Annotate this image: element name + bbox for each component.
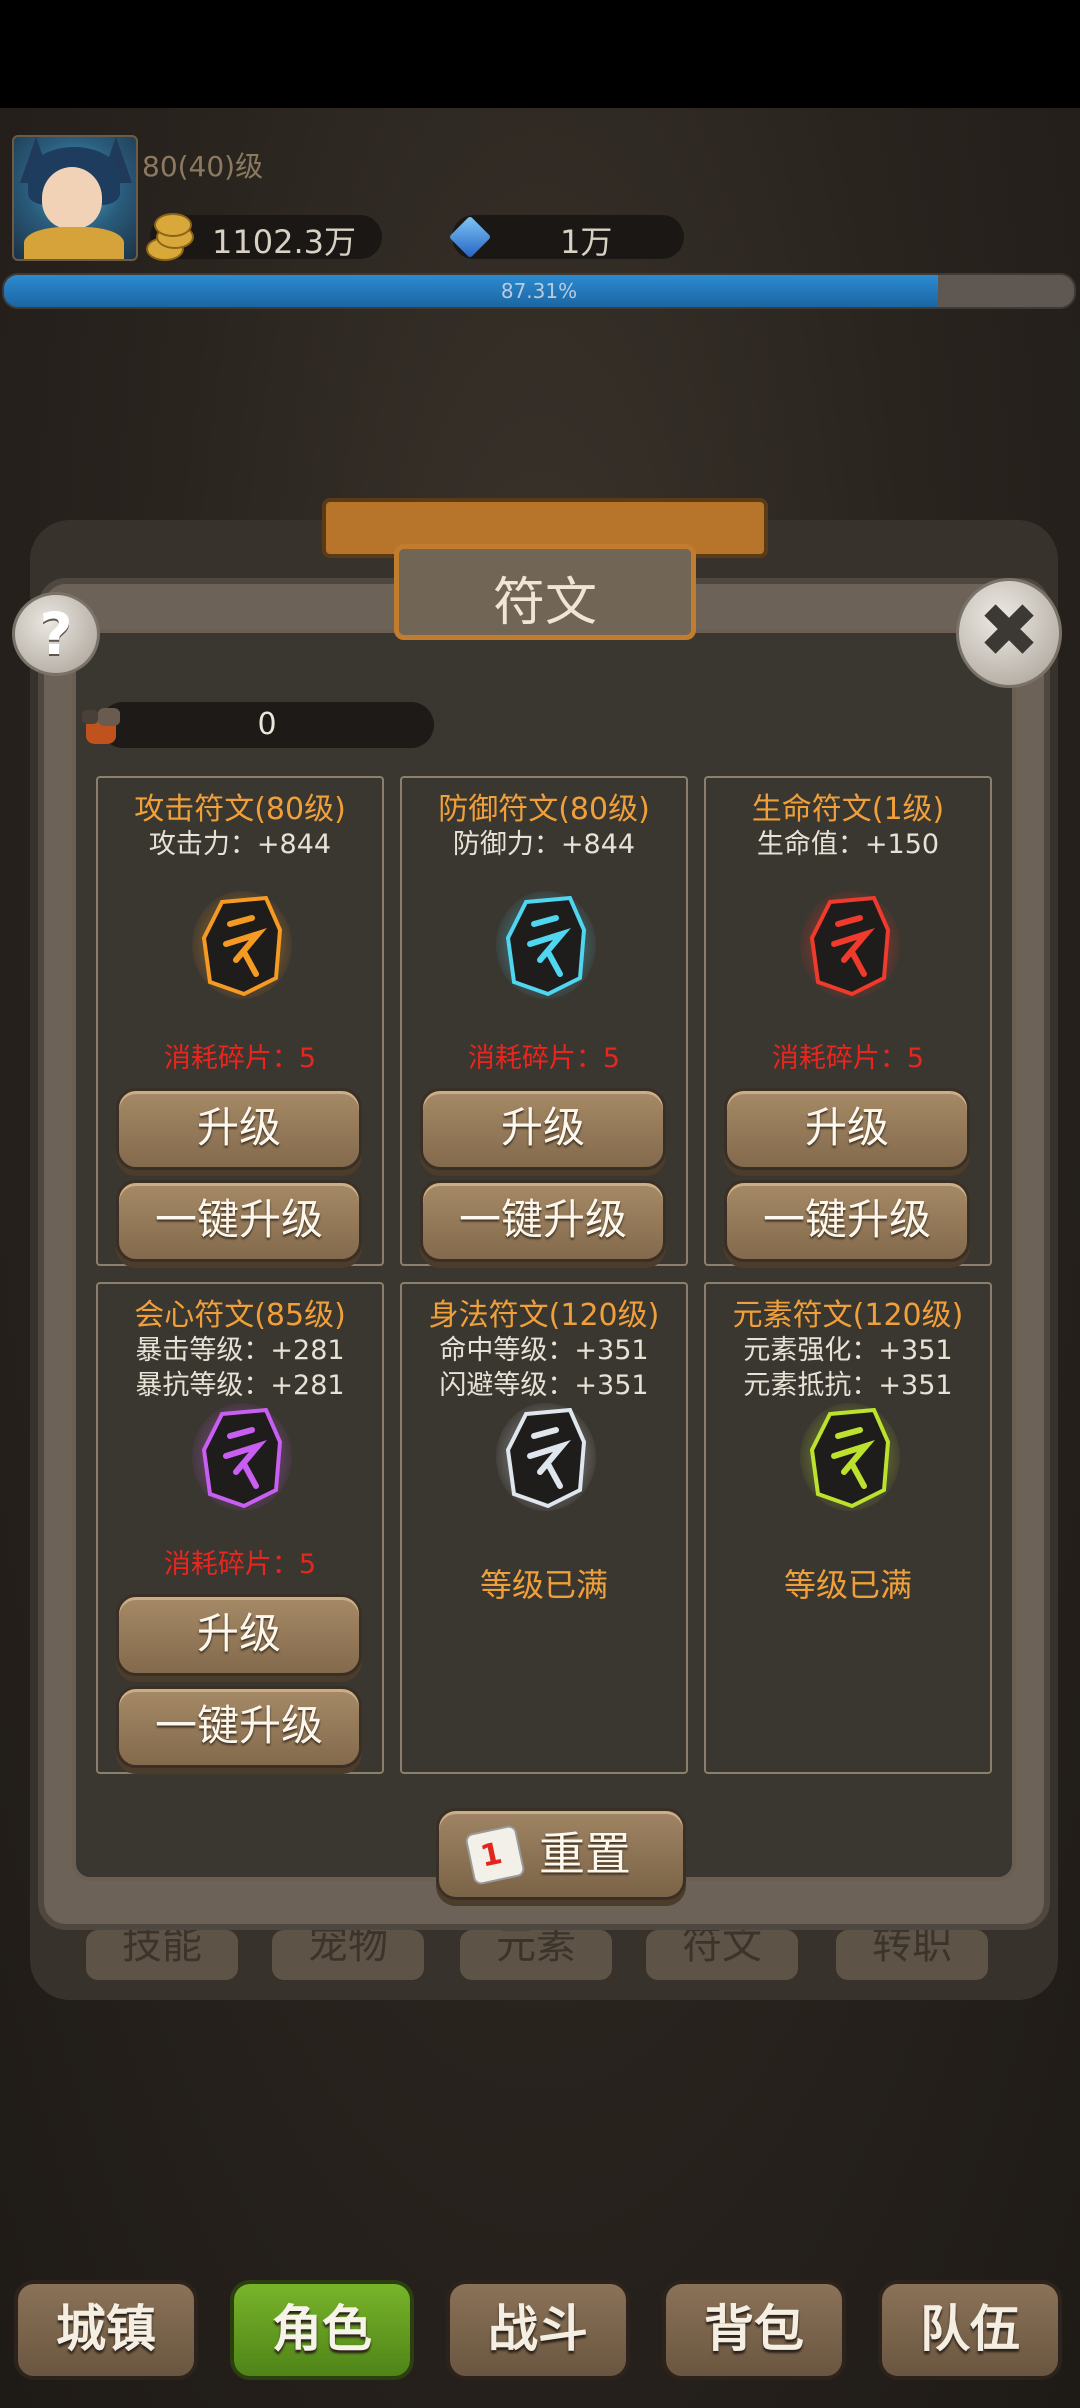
rune-stat: 暴抗等级：+281 [135,1370,345,1401]
nav-button[interactable]: 战斗 [446,2280,630,2380]
crit-rune-icon [192,1402,292,1512]
fragment-cost: 消耗碎片：5 [771,1043,925,1074]
sub-tab[interactable]: 元素 [458,1928,614,1982]
player-avatar[interactable] [12,135,138,261]
diamond-icon [446,213,494,261]
level-maxed-text: 等级已满 [479,1566,608,1604]
fragment-cost: 消耗碎片：5 [467,1043,621,1074]
rune-stat: 生命值：+150 [756,829,940,860]
attack-rune-icon [192,890,292,1000]
rune-card: 生命符文(1级) 生命值：+150 消耗碎片：5 升级 一键升级 [704,776,992,1266]
experience-bar: 87.31% [2,273,1076,309]
rune-stat: 元素强化：+351 [743,1335,953,1366]
rune-stat: 命中等级：+351 [439,1335,649,1366]
upgrade-button[interactable]: 升级 [420,1088,666,1170]
rune-stat: 暴击等级：+281 [135,1335,345,1366]
element-rune-icon [800,1402,900,1512]
upgrade-button[interactable]: 升级 [116,1088,362,1170]
rune-stat: 攻击力：+844 [148,829,332,860]
upgrade-button[interactable]: 升级 [724,1088,970,1170]
rune-card: 会心符文(85级) 暴击等级：+281 暴抗等级：+281 消耗碎片：5 升级 一键升级 [96,1282,384,1774]
sub-tab[interactable]: 宠物 [270,1928,426,1982]
avatar-outfit [24,227,124,259]
reset-button[interactable]: 1 重置 [436,1808,686,1900]
rune-card: 攻击符文(80级) 攻击力：+844 消耗碎片：5 升级 一键升级 [96,776,384,1266]
dice-icon: 1 [464,1824,526,1886]
help-button[interactable]: ? [12,592,100,676]
fragment-cost: 消耗碎片：5 [163,1043,317,1074]
sub-tab[interactable]: 技能 [84,1928,240,1982]
panel-title-plate: 符文 [322,498,768,640]
rune-stat: 闪避等级：+351 [439,1370,649,1401]
rune-card: 防御符文(80级) 防御力：+844 消耗碎片：5 升级 一键升级 [400,776,688,1266]
nav-button[interactable]: 队伍 [878,2280,1062,2380]
upgrade-button[interactable]: 升级 [116,1594,362,1676]
gold-coin-icon [142,213,194,261]
fragment-amount: 0 [257,707,277,742]
avatar-face [42,167,102,229]
upgrade-all-button[interactable]: 一键升级 [116,1686,362,1768]
agility-rune-icon [496,1402,596,1512]
nav-button[interactable]: 背包 [662,2280,846,2380]
fragment-cost: 消耗碎片：5 [163,1549,317,1580]
sub-tab[interactable]: 转职 [834,1928,990,1982]
gem-amount: 1万 [560,223,613,261]
player-level: 80(40)级 [142,150,264,183]
rune-stat: 元素抵抗：+351 [743,1370,953,1401]
upgrade-all-button[interactable]: 一键升级 [116,1180,362,1262]
close-button[interactable]: ✖ [956,578,1062,688]
upgrade-all-button[interactable]: 一键升级 [420,1180,666,1262]
experience-percent: 87.31% [500,279,578,303]
defense-rune-icon [496,890,596,1000]
reset-label: 重置 [539,1827,631,1881]
gold-amount: 1102.3万 [212,223,356,261]
life-rune-icon [800,890,900,1000]
rune-card: 身法符文(120级) 命中等级：+351 闪避等级：+351 等级已满 [400,1282,688,1774]
rune-card: 元素符文(120级) 元素强化：+351 元素抵抗：+351 等级已满 [704,1282,992,1774]
status-bar [0,0,1080,108]
level-maxed-text: 等级已满 [783,1566,912,1604]
rune-stat: 防御力：+844 [452,829,636,860]
fragment-counter: 0 [80,700,434,750]
sub-tab[interactable]: 符文 [644,1928,800,1982]
nav-button[interactable]: 城镇 [14,2280,198,2380]
panel-title: 符文 [492,573,597,633]
nav-button[interactable]: 角色 [230,2280,414,2380]
upgrade-all-button[interactable]: 一键升级 [724,1180,970,1262]
